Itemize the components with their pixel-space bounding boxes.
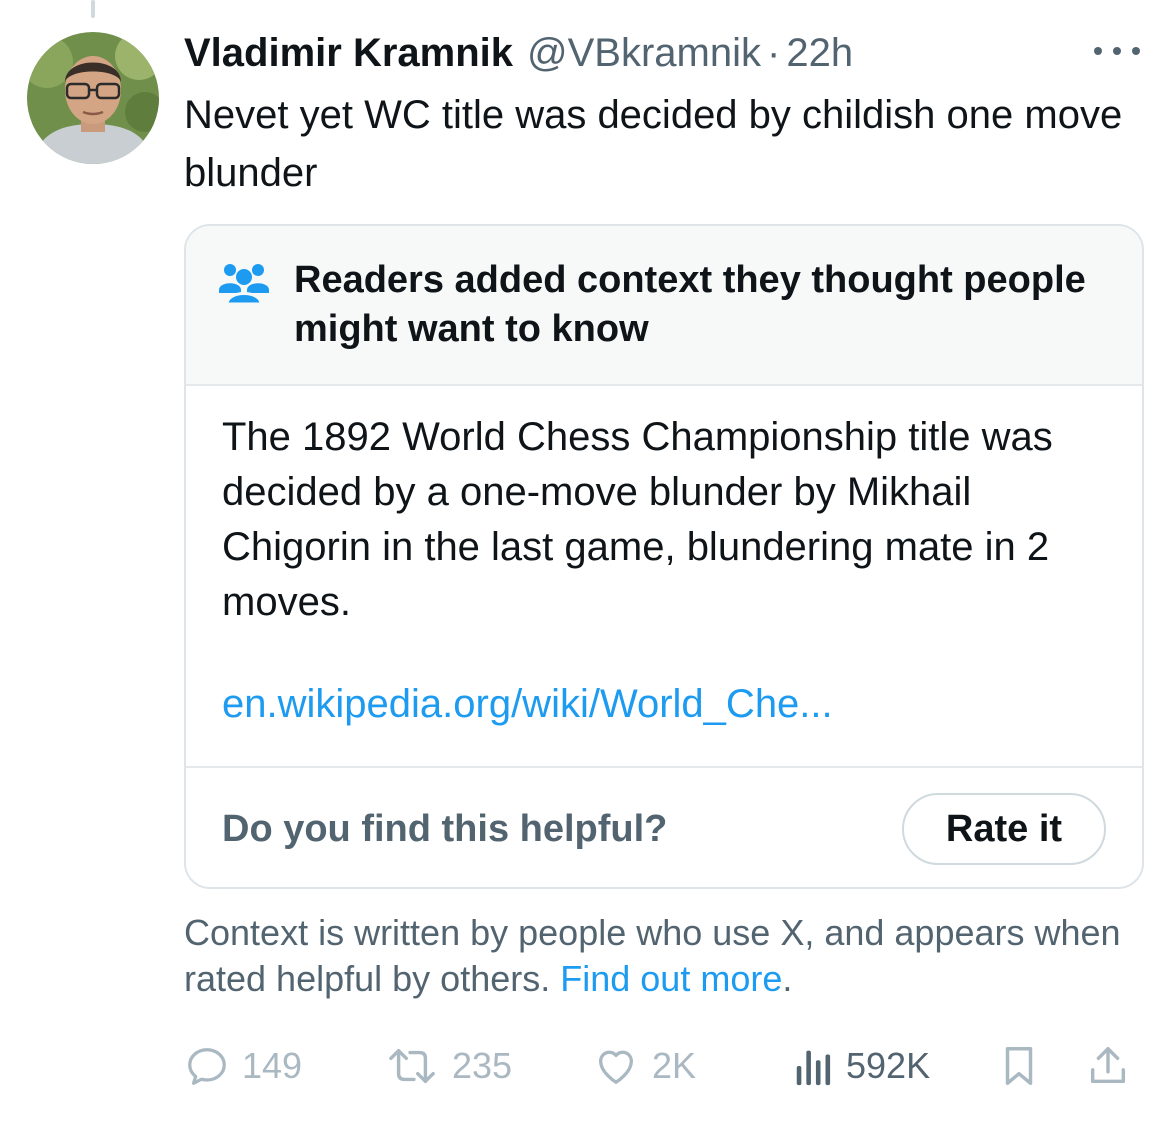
- tweet-header: Vladimir Kramnik @VBkramnik · 22h: [184, 28, 853, 78]
- user-handle[interactable]: @VBkramnik: [527, 28, 761, 78]
- more-dot: [1094, 47, 1102, 55]
- reply-count: 149: [242, 1045, 303, 1086]
- more-options-icon[interactable]: [1094, 38, 1140, 64]
- reply-button[interactable]: 149: [184, 1038, 302, 1094]
- avatar-photo: [27, 32, 159, 164]
- share-icon: [1090, 1047, 1126, 1084]
- share-button[interactable]: [1086, 1038, 1130, 1094]
- note-footer: Do you find this helpful? Rate it: [186, 768, 1142, 887]
- reply-icon: [188, 1048, 226, 1085]
- note-text: The 1892 World Chess Championship title …: [222, 415, 1053, 624]
- action-bar: 149 235 2K 592K: [184, 1038, 1144, 1094]
- community-note: Readers added context they thought peopl…: [184, 224, 1144, 889]
- retweet-button[interactable]: 235: [384, 1038, 512, 1094]
- avatar[interactable]: [27, 32, 159, 164]
- disclaimer-suffix: .: [782, 958, 793, 999]
- timestamp[interactable]: 22h: [786, 28, 853, 78]
- helpful-question: Do you find this helpful?: [222, 808, 668, 850]
- note-header: Readers added context they thought peopl…: [186, 226, 1142, 386]
- people-icon: [219, 264, 269, 306]
- bookmark-icon: [1005, 1047, 1033, 1085]
- bookmark-button[interactable]: [998, 1038, 1040, 1094]
- more-dot: [1113, 47, 1121, 55]
- heart-icon: [599, 1050, 633, 1084]
- views-chart-icon: [796, 1050, 831, 1086]
- note-title: Readers added context they thought peopl…: [294, 259, 1086, 350]
- display-name[interactable]: Vladimir Kramnik: [184, 28, 513, 78]
- tweet-text: Nevet yet WC title was decided by childi…: [184, 93, 1123, 195]
- note-body: The 1892 World Chess Championship title …: [186, 386, 1142, 768]
- retweet-count: 235: [452, 1045, 513, 1086]
- context-disclaimer: Context is written by people who use X, …: [184, 910, 1144, 1002]
- view-count: 592K: [846, 1045, 931, 1086]
- more-dot: [1132, 47, 1140, 55]
- like-button[interactable]: 2K: [592, 1038, 696, 1094]
- views-button[interactable]: 592K: [794, 1038, 930, 1094]
- thread-connector: [91, 0, 95, 18]
- rate-it-button[interactable]: Rate it: [902, 793, 1106, 865]
- like-count: 2K: [652, 1045, 697, 1086]
- note-source-link[interactable]: en.wikipedia.org/wiki/World_Che...: [222, 677, 833, 732]
- separator-dot: ·: [767, 31, 781, 75]
- find-out-more-link[interactable]: Find out more: [560, 958, 782, 999]
- retweet-icon: [389, 1048, 435, 1084]
